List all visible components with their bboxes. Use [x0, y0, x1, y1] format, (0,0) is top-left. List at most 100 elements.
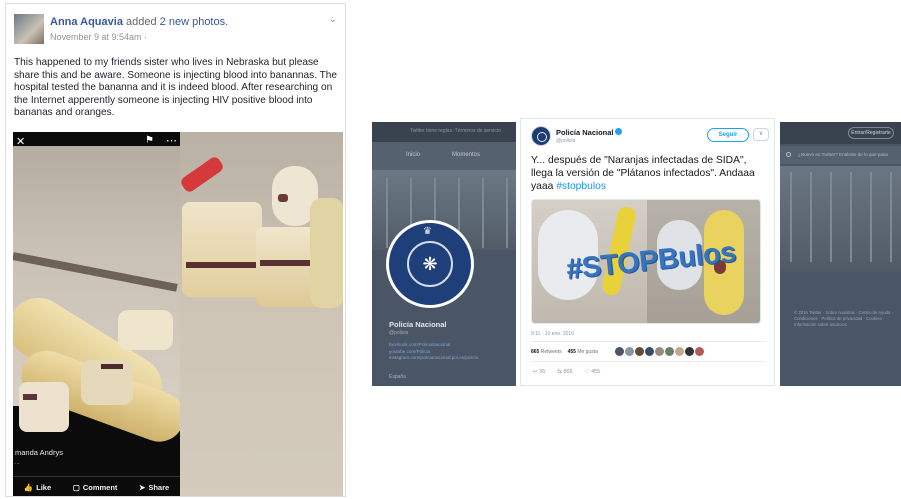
banner-pillar	[850, 172, 852, 262]
like-button[interactable]: 👍 Like	[24, 483, 51, 492]
liker-avatar[interactable]	[615, 347, 624, 356]
like-label: Me gusta	[577, 349, 598, 355]
crown-icon: ♛	[423, 226, 432, 237]
liker-avatar[interactable]	[635, 347, 644, 356]
liker-avatar[interactable]	[665, 347, 674, 356]
like-count: 455	[567, 349, 576, 355]
post-actions: 👍 Like ▢ Comment ➤ Share	[13, 476, 180, 496]
twitter-nav: Inicio Momentos	[372, 142, 516, 170]
author-name[interactable]: Anna Aquavia	[50, 16, 123, 28]
blood-stain	[186, 262, 256, 268]
share-icon: ➤	[139, 483, 146, 492]
post-photo-left[interactable]: ✕ ⚑ ⋯ manda Andrys ... 👍 Like ▢ Comment ➤ S…	[13, 132, 180, 496]
share-button[interactable]: ➤ Share	[139, 483, 169, 492]
hashtag-link[interactable]: #stopbulos	[556, 181, 606, 192]
post-header: Anna Aquavia added 2 new photos.	[50, 16, 228, 28]
banana-piece	[182, 202, 262, 297]
photo-caption: manda Andrys	[15, 448, 63, 457]
search-icon	[786, 152, 791, 157]
tweet-time[interactable]: 9:11 - 10 ene. 2016	[531, 331, 574, 337]
more-options-icon[interactable]: ⋯	[166, 134, 177, 147]
close-icon[interactable]: ✕	[16, 135, 25, 148]
twitter-right-topbar: Entrar/Registrarte	[780, 122, 901, 144]
search-placeholder: ¿Nuevo en Twitter? Entérate de lo que pa…	[798, 152, 888, 157]
nav-moments[interactable]: Momentos	[452, 152, 480, 158]
share-label: Share	[148, 483, 170, 492]
follow-button[interactable]: Seguir	[707, 128, 749, 142]
thumbs-up-icon: 👍	[23, 483, 34, 492]
twitter-profile-panel: Twitter tiene reglas. Términos de servic…	[372, 122, 516, 386]
profile-handle: @policia	[389, 330, 409, 336]
tweet-avatar[interactable]	[531, 126, 551, 146]
like-label: Like	[36, 483, 52, 492]
profile-link[interactable]: instagram.com/policianacional.pol.es/pol…	[389, 355, 478, 362]
tweet-stats: 865 Retweets 455 Me gusta	[531, 349, 598, 355]
tweet-actions: ↩ 36 ⇆ 865 ♡ 455	[533, 369, 600, 375]
search-bar[interactable]: ¿Nuevo en Twitter? Entérate de lo que pa…	[780, 146, 901, 164]
liker-avatar[interactable]	[675, 347, 684, 356]
like-button[interactable]: ♡ 455	[585, 369, 601, 375]
profile-links: facebook.com/PoliciaNacional youtube.com…	[389, 342, 478, 362]
top-strip-text: Twitter tiene reglas. Términos de servic…	[410, 128, 501, 134]
photo-toolbar: ✕ ⚑ ⋯	[13, 132, 180, 150]
header-photo	[780, 166, 901, 272]
banner-pillar	[890, 172, 892, 262]
blood-stain	[101, 364, 123, 369]
banana-piece	[19, 382, 69, 432]
likers-avatars[interactable]	[615, 347, 704, 356]
tag-icon[interactable]: ⚑	[145, 135, 154, 146]
liker-avatar[interactable]	[655, 347, 664, 356]
twitter-right-panel: Entrar/Registrarte ¿Nuevo en Twitter? En…	[780, 122, 901, 386]
retweet-stat[interactable]: 865 Retweets	[531, 349, 562, 355]
liker-avatar[interactable]	[695, 347, 704, 356]
photos-link[interactable]: 2 new photos.	[160, 16, 229, 28]
banner-pillar	[870, 172, 872, 262]
retweet-button[interactable]: ⇆ 865	[557, 369, 572, 375]
signup-button[interactable]: Entrar/Registrarte	[848, 127, 894, 139]
liker-avatar[interactable]	[645, 347, 654, 356]
banner-pillar	[482, 178, 484, 248]
retweet-count: 865	[531, 349, 540, 355]
tweet-text: Y... después de "Naranjas infectadas de …	[531, 154, 771, 193]
liker-avatar[interactable]	[685, 347, 694, 356]
tweet-author-name[interactable]: Policía Nacional	[556, 128, 614, 137]
tweet-media[interactable]: #STOPBulos	[531, 199, 761, 324]
badge-emblem-icon: ❋	[407, 241, 453, 287]
like-action-count: 455	[591, 369, 601, 375]
profile-location: España	[389, 374, 406, 380]
twitter-footer: © 2016 Twitter · Sobre nosotros · Centro…	[794, 310, 894, 327]
chevron-down-icon[interactable]: v	[753, 128, 769, 141]
twitter-top-strip: Twitter tiene reglas. Términos de servic…	[372, 122, 516, 142]
post-body: This happened to my friends sister who l…	[14, 57, 338, 119]
banner-pillar	[830, 172, 832, 262]
tweet-card: Policía Nacional @policia Seguir v Y... …	[520, 118, 775, 386]
reply-button[interactable]: ↩ 36	[533, 369, 545, 375]
divider	[531, 361, 766, 362]
comment-icon: ▢	[72, 483, 80, 492]
profile-name[interactable]: Policía Nacional	[389, 320, 447, 329]
reply-icon: ↩	[533, 369, 538, 375]
like-stat[interactable]: 455 Me gusta	[568, 349, 598, 355]
banner-pillar	[790, 172, 792, 262]
post-photo-right[interactable]	[180, 132, 343, 496]
retweet-icon: ⇆	[557, 369, 562, 375]
red-object	[180, 155, 226, 194]
chevron-down-icon[interactable]: ⌄	[329, 14, 337, 25]
banner-pillar	[386, 178, 388, 248]
post-action: added	[126, 16, 157, 28]
post-timestamp[interactable]: November 9 at 9:54am ·	[50, 32, 147, 42]
comment-label: Comment	[82, 483, 118, 492]
blood-stain	[278, 194, 288, 202]
avatar[interactable]	[14, 14, 44, 44]
banana-peel	[310, 198, 343, 308]
verified-icon	[615, 128, 622, 135]
comment-button[interactable]: ▢ Comment	[73, 483, 118, 492]
photo-subcaption: ...	[15, 460, 20, 466]
tweet-author-handle: @policia	[556, 138, 576, 144]
blood-stain	[23, 394, 37, 400]
liker-avatar[interactable]	[625, 347, 634, 356]
divider	[531, 341, 766, 342]
reply-count: 36	[539, 369, 546, 375]
banner-pillar	[810, 172, 812, 262]
nav-home[interactable]: Inicio	[406, 152, 420, 158]
